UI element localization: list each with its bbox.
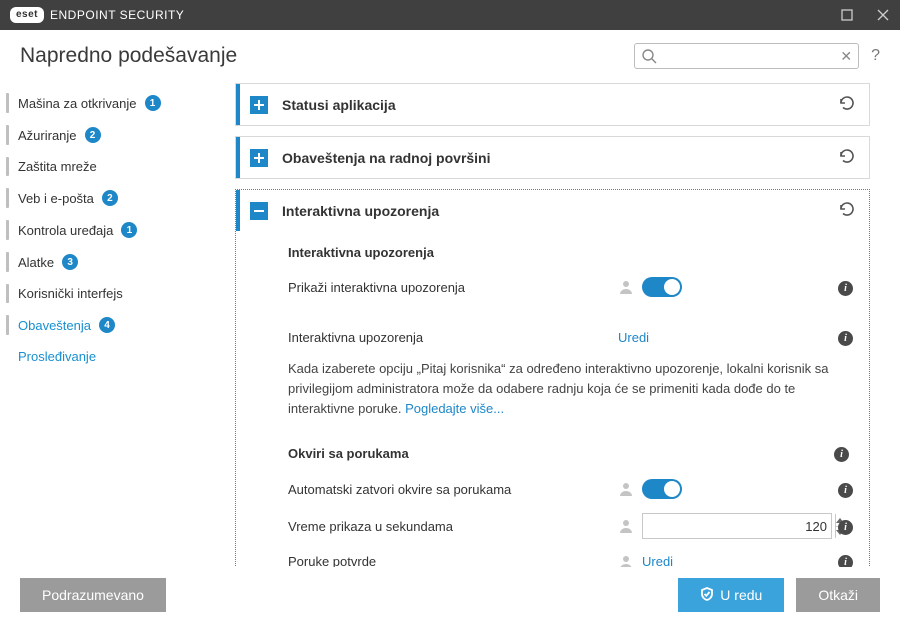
sidebar-item-device-control[interactable]: Kontrola uređaja 1 — [0, 214, 235, 246]
clear-search-icon[interactable]: ✕ — [840, 48, 852, 65]
info-icon[interactable]: i — [838, 483, 853, 498]
expand-icon[interactable] — [250, 96, 268, 114]
info-icon[interactable]: i — [838, 520, 853, 535]
setting-label: Automatski zatvori okvire sa porukama — [288, 482, 618, 497]
user-icon — [618, 554, 634, 567]
edit-confirmation-messages-link[interactable]: Uredi — [642, 554, 673, 567]
revert-icon[interactable] — [837, 147, 855, 168]
search-field[interactable]: ✕ — [634, 43, 859, 69]
section-header[interactable]: Interaktivna upozorenja — [236, 190, 869, 231]
search-icon — [641, 48, 657, 67]
ok-button[interactable]: U redu — [678, 578, 784, 612]
info-icon[interactable]: i — [838, 555, 853, 567]
sidebar-item-label: Prosleđivanje — [18, 349, 96, 364]
shield-check-icon — [700, 587, 714, 604]
sidebar-item-detection-engine[interactable]: Mašina za otkrivanje 1 — [0, 87, 235, 119]
window-maximize-icon[interactable] — [840, 8, 854, 22]
user-icon — [618, 518, 634, 534]
titlebar: eset ENDPOINT SECURITY — [0, 0, 900, 30]
sidebar-item-label: Veb i e-pošta — [18, 191, 94, 206]
brand-badge: eset — [10, 7, 44, 23]
setting-label: Prikaži interaktivna upozorenja — [288, 280, 618, 295]
display-time-input[interactable] — [643, 519, 835, 534]
row-interactive-alerts-edit: Interaktivna upozorenja Uredi i — [288, 322, 849, 353]
section-app-statuses[interactable]: Statusi aplikacija — [235, 83, 870, 126]
sidebar: Mašina za otkrivanje 1 Ažuriranje 2 Zašt… — [0, 83, 235, 567]
setting-description: Kada izaberete opciju „Pitaj korisnika“ … — [288, 359, 849, 419]
user-icon — [618, 481, 634, 497]
sidebar-badge: 2 — [102, 190, 118, 206]
section-title: Obaveštenja na radnoj površini — [282, 150, 491, 166]
revert-icon[interactable] — [837, 200, 855, 221]
section-interactive-alerts: Interaktivna upozorenja Interaktivna upo… — [235, 189, 870, 567]
toggle-show-interactive-alerts[interactable] — [642, 277, 682, 297]
setting-label: Interaktivna upozorenja — [288, 330, 618, 345]
setting-label: Poruke potvrde — [288, 554, 618, 567]
page-title: Napredno podešavanje — [20, 44, 237, 68]
sidebar-item-network-protection[interactable]: Zaštita mreže — [0, 151, 235, 182]
learn-more-link[interactable]: Pogledajte više... — [405, 401, 504, 416]
header: Napredno podešavanje ✕ ? — [0, 30, 900, 83]
content-area: Statusi aplikacija Obaveštenja na radnoj… — [235, 83, 900, 567]
section-desktop-notifications[interactable]: Obaveštenja na radnoj površini — [235, 136, 870, 179]
row-autoclose-message-boxes: Automatski zatvori okvire sa porukama i — [288, 472, 849, 506]
brand: eset ENDPOINT SECURITY — [10, 7, 184, 23]
sidebar-item-notifications[interactable]: Obaveštenja 4 — [0, 309, 235, 341]
info-icon[interactable]: i — [834, 447, 849, 462]
sidebar-badge: 2 — [85, 127, 101, 143]
info-icon[interactable]: i — [838, 331, 853, 346]
sidebar-item-label: Obaveštenja — [18, 318, 91, 333]
sidebar-badge: 1 — [145, 95, 161, 111]
sidebar-item-update[interactable]: Ažuriranje 2 — [0, 119, 235, 151]
edit-interactive-alerts-link[interactable]: Uredi — [618, 330, 649, 345]
default-button[interactable]: Podrazumevano — [20, 578, 166, 612]
sidebar-item-label: Kontrola uređaja — [18, 223, 113, 238]
revert-icon[interactable] — [837, 94, 855, 115]
sidebar-item-user-interface[interactable]: Korisnički interfejs — [0, 278, 235, 309]
sidebar-item-tools[interactable]: Alatke 3 — [0, 246, 235, 278]
sidebar-item-label: Alatke — [18, 255, 54, 270]
sidebar-item-web-email[interactable]: Veb i e-pošta 2 — [0, 182, 235, 214]
row-show-interactive-alerts: Prikaži interaktivna upozorenja i — [288, 270, 849, 304]
row-display-time: Vreme prikaza u sekundama i — [288, 506, 849, 546]
section-title: Statusi aplikacija — [282, 97, 396, 113]
product-name: ENDPOINT SECURITY — [50, 8, 184, 22]
footer: Podrazumevano U redu Otkaži — [0, 570, 900, 620]
sidebar-item-label: Zaštita mreže — [18, 159, 97, 174]
section-title: Interaktivna upozorenja — [282, 203, 439, 219]
subsection-heading-interactive: Interaktivna upozorenja — [288, 245, 849, 260]
subsection-heading-message-boxes: Okviri sa porukama i — [288, 445, 849, 462]
sidebar-badge: 4 — [99, 317, 115, 333]
sidebar-item-label: Mašina za otkrivanje — [18, 96, 137, 111]
sidebar-item-label: Korisnički interfejs — [18, 286, 123, 301]
row-confirmation-messages: Poruke potvrde Uredi i — [288, 546, 849, 567]
setting-label: Vreme prikaza u sekundama — [288, 519, 618, 534]
info-icon[interactable]: i — [838, 281, 853, 296]
sidebar-badge: 1 — [121, 222, 137, 238]
user-icon — [618, 279, 634, 295]
toggle-autoclose-message-boxes[interactable] — [642, 479, 682, 499]
search-input[interactable] — [641, 48, 840, 64]
cancel-button[interactable]: Otkaži — [796, 578, 880, 612]
window-close-icon[interactable] — [876, 8, 890, 22]
sidebar-item-forwarding[interactable]: Prosleđivanje — [0, 341, 235, 372]
display-time-field[interactable] — [642, 513, 832, 539]
sidebar-badge: 3 — [62, 254, 78, 270]
collapse-icon[interactable] — [250, 202, 268, 220]
expand-icon[interactable] — [250, 149, 268, 167]
sidebar-item-label: Ažuriranje — [18, 128, 77, 143]
help-icon[interactable]: ? — [871, 47, 880, 65]
